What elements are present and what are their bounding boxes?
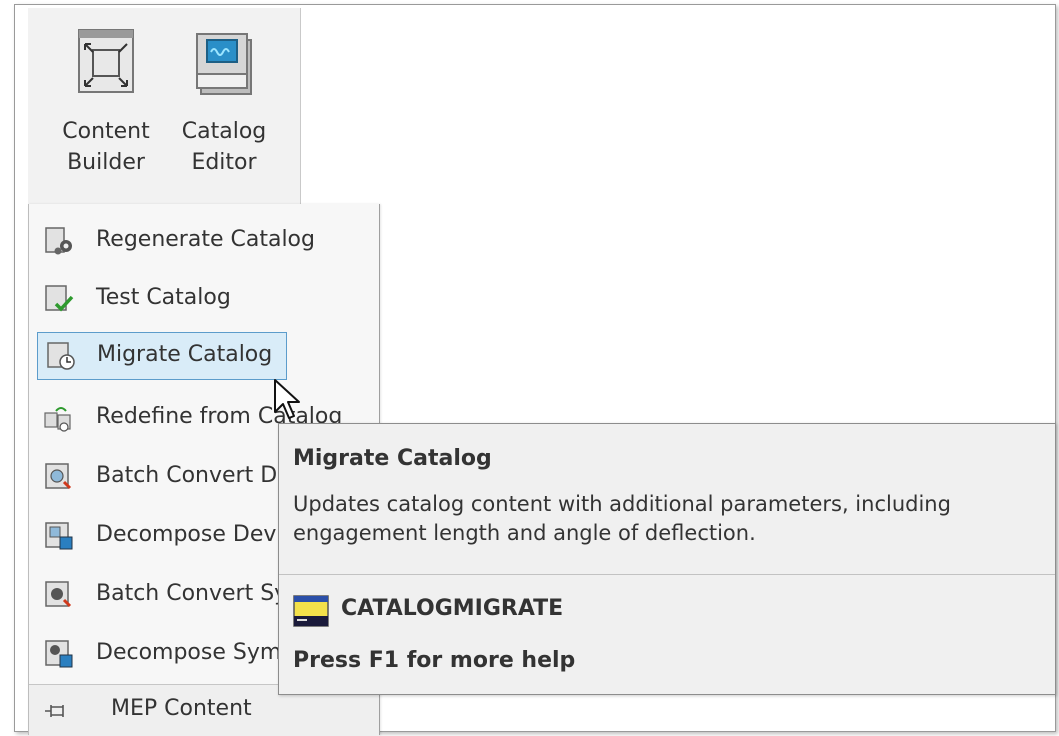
- tooltip-help-text: Press F1 for more help: [293, 648, 576, 673]
- ribbon-panel: Content Builder Catalog Editor: [28, 8, 301, 206]
- menu-item-label: Migrate Catalog: [97, 342, 273, 367]
- mouse-cursor-icon: [274, 379, 300, 419]
- command-line-icon: [293, 595, 329, 627]
- tooltip: Migrate Catalog Updates catalog content …: [278, 423, 1056, 695]
- migrate-catalog-icon: [47, 342, 75, 370]
- content-builder-icon: [78, 29, 134, 93]
- menu-item-label: Test Catalog: [96, 285, 231, 310]
- menu-item-regenerate-catalog[interactable]: Regenerate Catalog: [36, 218, 366, 262]
- menu-item-migrate-catalog[interactable]: Migrate Catalog: [37, 332, 287, 380]
- tooltip-description: Updates catalog content with additional …: [293, 492, 951, 545]
- decompose-icon: [45, 522, 73, 550]
- tooltip-title: Migrate Catalog: [293, 446, 492, 471]
- menu-item-test-catalog[interactable]: Test Catalog: [36, 276, 366, 320]
- mep-content-label: MEP Content: [111, 696, 252, 721]
- catalog-editor-button[interactable]: Catalog Editor: [176, 8, 272, 198]
- menu-item-label: Regenerate Catalog: [96, 227, 315, 252]
- tooltip-command-name: CATALOGMIGRATE: [341, 596, 564, 621]
- catalog-editor-icon: [196, 33, 252, 95]
- batch-convert-symbols-icon: [45, 581, 72, 608]
- content-builder-label: Content Builder: [62, 119, 150, 175]
- redefine-from-catalog-icon: [44, 407, 71, 432]
- content-builder-button[interactable]: Content Builder: [58, 8, 154, 198]
- tooltip-divider: [279, 574, 1055, 575]
- batch-convert-icon: [45, 463, 72, 490]
- test-catalog-icon: [45, 285, 74, 312]
- decompose-symbols-icon: [45, 640, 73, 668]
- catalog-editor-label: Catalog Editor: [181, 119, 267, 175]
- regenerate-catalog-icon: [45, 227, 72, 255]
- pin-icon[interactable]: [43, 699, 69, 723]
